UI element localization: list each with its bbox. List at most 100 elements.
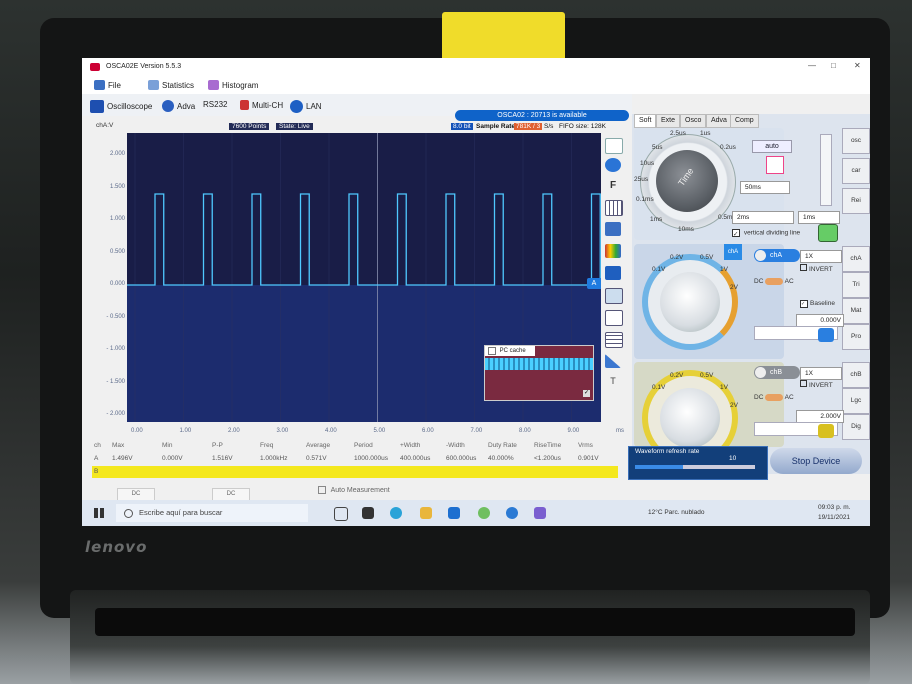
side-button-osc[interactable]: osc (842, 128, 870, 154)
maximize-button[interactable]: □ (831, 61, 836, 70)
weather-text[interactable]: 12°C Parc. nublado (648, 509, 704, 516)
x-tick-label: 6.00 (422, 428, 434, 434)
tab-multich[interactable]: Multi-CH (240, 100, 283, 110)
osca-taskbar-icon[interactable] (534, 507, 546, 519)
stop-device-button[interactable]: Stop Device (770, 448, 862, 474)
time-high-field[interactable]: 1ms (798, 211, 840, 224)
chart-icon[interactable] (605, 222, 621, 236)
close-button[interactable]: ✕ (854, 61, 861, 70)
vertical-dividing-checkbox[interactable]: ✓ (732, 229, 740, 238)
pc-cache-checkbox[interactable] (488, 347, 496, 355)
windows-start-icon[interactable] (94, 508, 104, 518)
tab-exte[interactable]: Exte (656, 114, 681, 128)
side-button-rei[interactable]: Rei (842, 188, 870, 214)
side-button-lgc[interactable]: Lgc (842, 388, 870, 414)
auto-button[interactable]: auto (752, 140, 792, 153)
chb-coupling[interactable]: DC AC (754, 394, 794, 401)
task-view-icon[interactable] (334, 507, 348, 521)
cha-enable-toggle[interactable]: chA (754, 249, 800, 262)
cha-coupling[interactable]: DC AC (754, 278, 794, 285)
time-vertical-slider[interactable] (820, 134, 832, 206)
cursor-icon[interactable]: T (605, 376, 621, 390)
fullscreen-icon[interactable] (605, 138, 623, 154)
menu-file[interactable]: File (94, 80, 121, 90)
time-knob[interactable]: Time (656, 150, 718, 212)
side-button-tri[interactable]: Tri (842, 272, 870, 298)
auto-measurement-checkbox[interactable] (318, 486, 326, 494)
menu-statistics[interactable]: Statistics (148, 80, 194, 90)
x-tick-label: 4.00 (325, 428, 337, 434)
cha-probe-select[interactable]: 1X (800, 250, 842, 263)
store-icon[interactable] (478, 507, 490, 519)
chb-coupling-switch[interactable] (765, 394, 784, 401)
plot-tools: F T (603, 138, 625, 398)
tab-soft[interactable]: Soft (634, 114, 657, 128)
side-button-chb[interactable]: chB (842, 362, 870, 388)
chb-enable-toggle[interactable]: chB (754, 366, 800, 379)
auto-measurement-toggle[interactable]: Auto Measurement (318, 486, 390, 494)
waveform-plot[interactable]: PC cache ✓ A (127, 133, 601, 422)
grid-icon[interactable] (605, 200, 623, 216)
image-icon[interactable] (605, 288, 623, 304)
refresh-rate-fill (635, 465, 683, 469)
mail-icon[interactable] (448, 507, 460, 519)
tab-oscilloscope[interactable]: Oscilloscope (90, 100, 152, 113)
widgets-icon[interactable] (362, 507, 374, 519)
pc-cache-header[interactable]: PC cache (485, 346, 535, 356)
refresh-time-icon[interactable] (818, 224, 838, 242)
channel-marker[interactable]: A (587, 278, 601, 289)
spectrum-icon[interactable] (605, 244, 621, 258)
tab-adva-label: Adva (177, 101, 196, 111)
x-tick-label: 5.00 (373, 428, 386, 434)
laptop-hinge (95, 608, 855, 636)
time-low-select[interactable]: 2ms (732, 211, 794, 224)
side-button-car[interactable]: car (842, 158, 870, 184)
pc-cache-label: PC cache (499, 348, 526, 355)
clock-date[interactable]: 19/11/2021 (818, 514, 850, 521)
cha-invert[interactable]: INVERT (800, 264, 833, 273)
cha-coupling-switch[interactable] (765, 278, 784, 285)
time-mark: 25us (634, 176, 649, 183)
cha-volt-knob[interactable] (660, 272, 720, 332)
vertical-dividing-toggle[interactable]: ✓ vertical dividing line (732, 229, 800, 238)
x-tick-label: 9.00 (567, 428, 580, 434)
refresh-rate-track[interactable] (635, 465, 755, 469)
side-button-pro[interactable]: Pro (842, 324, 870, 350)
tab-lan[interactable]: LAN (290, 100, 322, 113)
tab-comp[interactable]: Comp (730, 114, 759, 128)
taskbar-search-box[interactable]: Escribe aquí para buscar (116, 504, 308, 522)
tab-adva[interactable]: Adva (162, 100, 195, 112)
trigger-icon[interactable] (766, 156, 784, 174)
meas-val: 0.000V (162, 455, 183, 462)
chb-invert[interactable]: INVERT (800, 380, 833, 389)
square-wave-icon[interactable] (605, 310, 623, 326)
edge-icon[interactable] (390, 507, 402, 519)
font-icon[interactable]: F (605, 180, 621, 194)
save-icon[interactable] (605, 266, 621, 280)
zoom-icon[interactable] (605, 158, 621, 172)
menu-histogram[interactable]: Histogram (208, 80, 258, 90)
cha-reset-icon[interactable] (818, 328, 834, 342)
chb-reset-icon[interactable] (818, 424, 834, 438)
ruler-icon[interactable] (605, 354, 621, 368)
refresh-rate-label: Waveform refresh rate (635, 448, 700, 455)
minimize-button[interactable]: — (808, 61, 816, 70)
tab-osco[interactable]: Osco (680, 114, 707, 128)
cha-baseline[interactable]: ✓ Baseline (800, 300, 835, 308)
side-button-mat[interactable]: Mat (842, 298, 870, 324)
side-button-dig[interactable]: Dig (842, 414, 870, 440)
side-button-cha[interactable]: chA (842, 246, 870, 272)
app-icon[interactable] (506, 507, 518, 519)
explorer-icon[interactable] (420, 507, 432, 519)
tab-adva-panel[interactable]: Adva (706, 114, 732, 128)
clock-time[interactable]: 09:03 p. m. (818, 504, 851, 511)
table-icon[interactable] (605, 332, 623, 348)
chb-volt-knob[interactable] (660, 388, 720, 448)
cha-invert-checkbox[interactable] (800, 264, 807, 271)
chb-probe-select[interactable]: 1X (800, 367, 842, 380)
cha-baseline-checkbox[interactable]: ✓ (800, 300, 808, 308)
chb-invert-checkbox[interactable] (800, 380, 807, 387)
tab-rs232[interactable]: RS232 (203, 100, 227, 109)
pc-cache-panel[interactable]: PC cache ✓ (484, 345, 594, 401)
timebase-select[interactable]: 50ms (740, 181, 790, 194)
